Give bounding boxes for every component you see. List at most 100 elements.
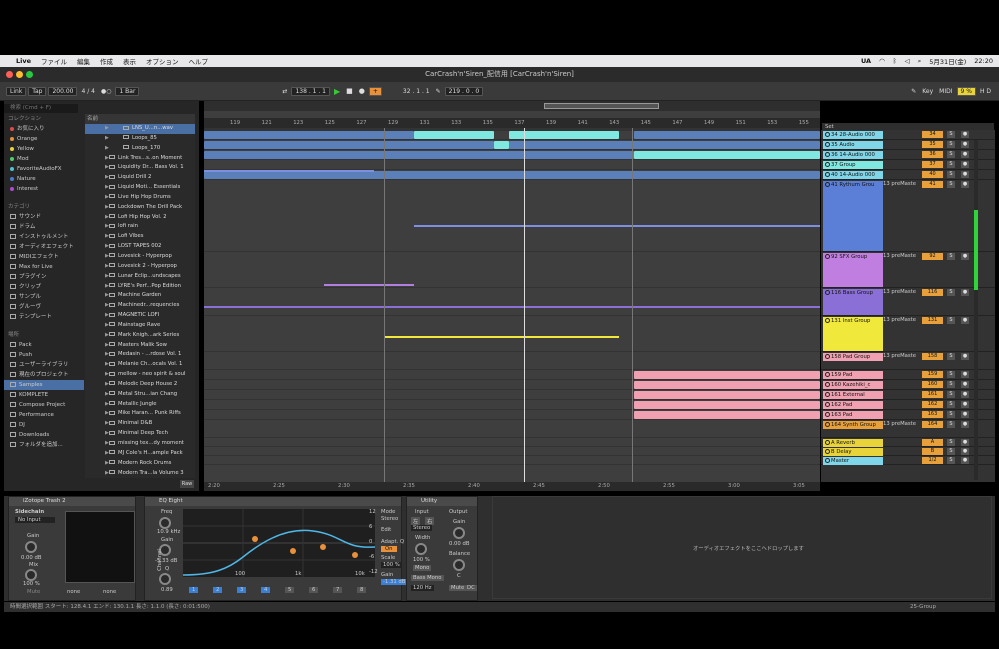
place-item[interactable]: ユーザーライブラリ (4, 360, 84, 370)
track-lane[interactable] (204, 150, 820, 160)
place-item[interactable]: Push (4, 350, 84, 360)
category-item[interactable]: インストゥルメント (4, 232, 84, 242)
collection-item[interactable]: Yellow (4, 144, 84, 154)
expand-arrow-icon[interactable]: ▶ (105, 154, 109, 164)
file-item[interactable]: ▶ Loops_170 (85, 144, 195, 154)
eq-band-handle[interactable] (352, 552, 358, 558)
draw-mode-icon[interactable]: ✎ (434, 88, 443, 95)
track-lane[interactable] (204, 410, 820, 420)
browser-search-input[interactable]: 検索 (Cmd + F) (4, 104, 78, 113)
arm-button[interactable]: ● (961, 317, 969, 324)
place-item[interactable]: 現在のプロジェクト (4, 370, 84, 380)
arm-button[interactable]: ● (961, 289, 969, 296)
file-item[interactable]: ▶ Liquidity Dr... Bass Vol. 1 (85, 163, 195, 173)
arm-button[interactable]: ● (961, 401, 969, 408)
track-header[interactable]: 131 Inst Group 13 preMaste 131 S ● (821, 316, 995, 352)
track-header[interactable]: 164 Synth Group 13 preMaste 164 S ● (821, 420, 995, 438)
bass-mono-button[interactable]: Bass Mono (411, 575, 444, 581)
menu-options[interactable]: オプション (146, 56, 179, 66)
tap-button[interactable]: Tap (28, 86, 47, 96)
utility-mute-button[interactable]: Mute (449, 585, 467, 591)
file-item[interactable]: ▶ LYRE's Perf...Pop Edition (85, 282, 195, 292)
collection-item[interactable]: Orange (4, 134, 84, 144)
track-name[interactable]: 158 Pad Group (823, 353, 883, 361)
track-header[interactable]: 37 Group 37 S ● (821, 160, 995, 170)
expand-arrow-icon[interactable]: ▶ (105, 380, 109, 390)
arm-button[interactable]: ● (961, 181, 969, 188)
expand-arrow-icon[interactable]: ▶ (105, 341, 109, 351)
place-item[interactable]: Pack (4, 340, 84, 350)
audio-clip[interactable] (634, 151, 820, 159)
expand-arrow-icon[interactable]: ▶ (105, 311, 109, 321)
track-header[interactable]: 40 14-Audio 000 40 S ● (821, 170, 995, 180)
track-activator-icon[interactable] (825, 254, 830, 259)
solo-button[interactable]: S (947, 141, 955, 148)
place-item[interactable]: フォルダを追加... (4, 440, 84, 450)
category-item[interactable]: サウンド (4, 212, 84, 222)
automation-arm-button[interactable]: + (368, 86, 382, 96)
track-activator-icon[interactable] (825, 354, 830, 359)
arrangement-position[interactable]: 138 . 1 . 1 (291, 86, 330, 96)
file-item[interactable]: ▶ Lofi Vibes (85, 232, 195, 242)
overview-viewport[interactable] (544, 103, 659, 109)
track-lane[interactable] (204, 252, 820, 288)
track-name[interactable]: 35 Audio (823, 141, 883, 149)
expand-arrow-icon[interactable]: ▶ (105, 163, 109, 173)
name-column-header[interactable]: 名前 (85, 114, 195, 124)
track-name[interactable]: 131 Inst Group (823, 317, 883, 351)
bluetooth-icon[interactable]: ᛒ (893, 57, 897, 65)
link-button[interactable]: Link (6, 86, 27, 96)
arm-button[interactable]: ● (961, 151, 969, 158)
track-number[interactable]: 163 (922, 411, 943, 418)
input-source-indicator[interactable]: UA (861, 57, 871, 65)
track-name[interactable]: 163 Pad (823, 411, 883, 419)
track-header[interactable]: 116 Bass Group 13 preMaste 116 S ● (821, 288, 995, 316)
track-header[interactable]: 163 Pad 163 S ● (821, 410, 995, 420)
track-activator-icon[interactable] (825, 318, 830, 323)
arm-button[interactable]: ● (961, 353, 969, 360)
track-name[interactable]: Master (823, 457, 883, 465)
beat-ruler[interactable]: 119 121 123 125 127 129 131 133 135 137 139 141 143 1… (204, 118, 820, 128)
file-item[interactable]: ▶ Live Hip Hop Drums (85, 193, 195, 203)
expand-arrow-icon[interactable]: ▶ (105, 321, 109, 331)
track-header[interactable]: 159 Pad 159 S ● (821, 370, 995, 380)
track-output-routing[interactable]: 13 preMaste (883, 253, 916, 259)
category-item[interactable]: グルーヴ (4, 302, 84, 312)
expand-arrow-icon[interactable]: ▶ (105, 449, 109, 459)
file-item[interactable]: ▶ Melodic Deep House 2 (85, 380, 195, 390)
track-activator-icon[interactable] (825, 152, 830, 157)
loop-length-field[interactable]: 219 . 0 . 0 (444, 86, 484, 96)
track-activator-icon[interactable] (825, 290, 830, 295)
track-output-routing[interactable]: 13 preMaste (883, 289, 916, 295)
track-name[interactable]: 164 Synth Group (823, 421, 883, 429)
solo-button[interactable]: S (947, 151, 955, 158)
track-lane[interactable] (204, 316, 820, 352)
solo-button[interactable]: S (947, 371, 955, 378)
track-output-routing[interactable]: 13 preMaste (883, 421, 916, 427)
overview-bar[interactable] (204, 101, 820, 111)
close-window-button[interactable] (6, 71, 13, 78)
audio-clip[interactable] (634, 371, 820, 379)
arm-button[interactable]: ● (961, 381, 969, 388)
mute-button[interactable]: Mute (27, 589, 40, 595)
device-title[interactable]: Utility (407, 497, 477, 506)
expand-arrow-icon[interactable]: ▶ (105, 390, 109, 400)
arm-button[interactable]: ● (961, 171, 969, 178)
place-item[interactable]: Performance (4, 410, 84, 420)
file-item[interactable]: ▶ Lovesick 2 - Hyperpop (85, 262, 195, 272)
minimize-window-button[interactable] (16, 71, 23, 78)
track-number[interactable]: 35 (922, 141, 943, 148)
file-item[interactable]: ▶ MAGNETIC LOFI (85, 311, 195, 321)
volume-icon[interactable]: ◁ (905, 57, 910, 65)
audio-clip[interactable] (634, 381, 820, 389)
track-activator-icon[interactable] (825, 162, 830, 167)
track-lane[interactable] (204, 380, 820, 390)
arm-button[interactable]: ● (961, 391, 969, 398)
category-item[interactable]: Max for Live (4, 262, 84, 272)
arm-button[interactable]: ● (961, 457, 969, 464)
track-number[interactable]: A (922, 439, 943, 446)
file-item[interactable]: ▶ Mainstage Rave (85, 321, 195, 331)
file-item[interactable]: ▶ Lockdown The Drill Pack (85, 203, 195, 213)
track-header[interactable]: 41 Rythum Grou 13 preMaste 41 S ● (821, 180, 995, 252)
audio-clip[interactable] (634, 411, 820, 419)
